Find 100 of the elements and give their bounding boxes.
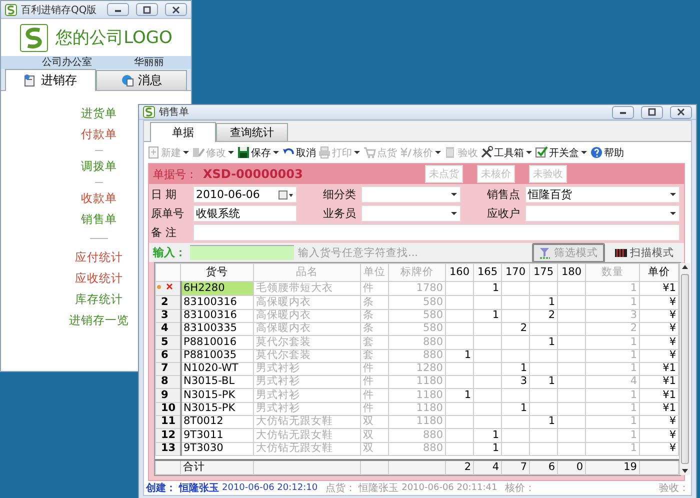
menu-link[interactable]: 应付统计 bbox=[75, 247, 123, 268]
table-cell: 大仿钻无跟女鞋 bbox=[254, 442, 360, 456]
table-cell: 8T0012 bbox=[180, 415, 254, 429]
mode-button[interactable]: 扫描模式 bbox=[609, 244, 680, 262]
column-header[interactable]: 单价 bbox=[640, 264, 678, 282]
menu-link[interactable]: 进货单 bbox=[81, 103, 117, 124]
table-cell: 1 bbox=[474, 442, 502, 456]
scrollbar[interactable] bbox=[679, 263, 690, 475]
row-header[interactable]: 4 bbox=[156, 322, 180, 336]
input-label: 输入： bbox=[153, 245, 186, 260]
row-header[interactable]: 3 bbox=[156, 309, 180, 322]
maximize-button[interactable] bbox=[136, 3, 158, 16]
row-header[interactable]: 11 bbox=[156, 415, 180, 429]
table-cell: 男式衬衫 bbox=[254, 402, 360, 416]
save-icon bbox=[237, 146, 250, 159]
total-label: 合计 bbox=[180, 460, 254, 474]
row-header[interactable]: 7 bbox=[156, 362, 180, 376]
user-name: 恒隆张玉 bbox=[179, 482, 219, 495]
dropdown-field[interactable] bbox=[525, 205, 680, 222]
menu-link[interactable]: 库存统计 bbox=[75, 289, 123, 310]
toolbar-button[interactable]: 帮助 bbox=[589, 146, 625, 160]
minimize-button[interactable] bbox=[107, 3, 129, 16]
close-button[interactable] bbox=[670, 106, 692, 118]
table-cell: 1 bbox=[502, 402, 530, 416]
menu-link[interactable]: 应收统计 bbox=[75, 268, 123, 289]
date-field[interactable]: 2010-06-06 bbox=[193, 186, 297, 203]
caret-icon bbox=[450, 192, 458, 197]
toolbar-button[interactable]: 取消 bbox=[281, 146, 317, 160]
table-cell: 880 bbox=[388, 336, 446, 350]
tab[interactable]: 进销存 bbox=[5, 69, 96, 91]
column-header[interactable]: 180 bbox=[558, 264, 586, 282]
tools-icon bbox=[480, 146, 493, 159]
table-cell: 1 bbox=[586, 336, 640, 350]
table-cell: 高保暖内衣 bbox=[254, 322, 360, 336]
toolbar-button[interactable]: 工具箱 bbox=[479, 146, 534, 160]
column-header[interactable]: 货号 bbox=[180, 264, 254, 282]
table-cell: 1 bbox=[586, 362, 640, 376]
table-cell: 4 bbox=[586, 376, 640, 389]
toolbar-button[interactable]: 保存 bbox=[236, 146, 281, 160]
caret-icon bbox=[353, 150, 361, 155]
column-header[interactable]: 160 bbox=[446, 264, 474, 282]
table-cell: 件 bbox=[360, 376, 388, 389]
maximize-icon bbox=[646, 107, 658, 117]
menu-link[interactable]: 收款单 bbox=[81, 188, 117, 209]
field-label: 应收户 bbox=[486, 206, 521, 221]
app-logo-icon bbox=[143, 106, 155, 118]
menu-link[interactable]: 付款单 bbox=[81, 124, 117, 145]
row-header[interactable]: 2 bbox=[156, 296, 180, 310]
table-cell: 件 bbox=[360, 282, 388, 296]
table-cell: 1 bbox=[586, 415, 640, 429]
table-cell: 1 bbox=[530, 415, 558, 429]
total-cell: 6 bbox=[530, 460, 558, 474]
document-icon bbox=[24, 74, 37, 87]
table-cell: 大仿钻无跟女鞋 bbox=[254, 428, 360, 442]
table-cell: 1 bbox=[586, 296, 640, 310]
input-field[interactable] bbox=[190, 245, 294, 260]
row-header[interactable]: 9 bbox=[156, 388, 180, 402]
user-name: 华丽丽 bbox=[134, 56, 164, 69]
table-cell: 条 bbox=[360, 309, 388, 322]
table-cell: 580 bbox=[388, 309, 446, 322]
total-cell: 19 bbox=[586, 460, 640, 474]
toolbar-button[interactable]: 开关盒 bbox=[534, 146, 589, 160]
menu-link[interactable]: 进销存一览 bbox=[69, 310, 129, 331]
close-button[interactable] bbox=[165, 3, 187, 16]
table-cell: N3015-BL bbox=[180, 376, 254, 389]
row-header[interactable]: 10 bbox=[156, 402, 180, 416]
tab[interactable]: 单据 bbox=[150, 122, 216, 142]
dropdown-field[interactable]: 恒隆百货 bbox=[525, 186, 680, 203]
tab[interactable]: 消息 bbox=[96, 70, 187, 90]
table-cell: 1180 bbox=[388, 415, 446, 429]
maximize-button[interactable] bbox=[641, 106, 663, 118]
row-header[interactable]: 6 bbox=[156, 349, 180, 362]
dropdown-field[interactable] bbox=[361, 186, 461, 203]
minimize-button[interactable] bbox=[612, 106, 634, 118]
user-name: 恒隆张玉 bbox=[358, 482, 399, 495]
menu-link[interactable]: 调拨单 bbox=[81, 156, 117, 177]
row-header[interactable]: 13 bbox=[156, 442, 180, 456]
table-cell: 条 bbox=[360, 322, 388, 336]
cart-icon bbox=[363, 146, 376, 159]
row-header[interactable]: 5 bbox=[156, 336, 180, 350]
text-field[interactable] bbox=[193, 224, 680, 241]
column-header[interactable]: 170 bbox=[502, 264, 530, 282]
row-header[interactable] bbox=[156, 282, 180, 296]
filter-icon bbox=[539, 246, 551, 258]
text-field[interactable]: 收银系统 bbox=[193, 205, 297, 222]
scroll-down-icon bbox=[680, 467, 690, 475]
column-header[interactable]: 165 bbox=[474, 264, 502, 282]
table-cell: 2 bbox=[586, 322, 640, 336]
table-cell: 3 bbox=[586, 309, 640, 322]
table-cell: 高保暖内衣 bbox=[254, 309, 360, 322]
tab[interactable]: 查询统计 bbox=[216, 123, 288, 141]
row-header[interactable]: 12 bbox=[156, 428, 180, 442]
row-header[interactable]: 8 bbox=[156, 376, 180, 389]
dropdown-field[interactable] bbox=[361, 205, 461, 222]
menu-link[interactable]: 销售单 bbox=[81, 209, 117, 230]
close-icon bbox=[170, 4, 182, 14]
caret-icon bbox=[669, 192, 677, 197]
table-cell: 2 bbox=[502, 322, 530, 336]
column-header[interactable]: 175 bbox=[530, 264, 558, 282]
scroll-up-icon bbox=[680, 263, 690, 271]
